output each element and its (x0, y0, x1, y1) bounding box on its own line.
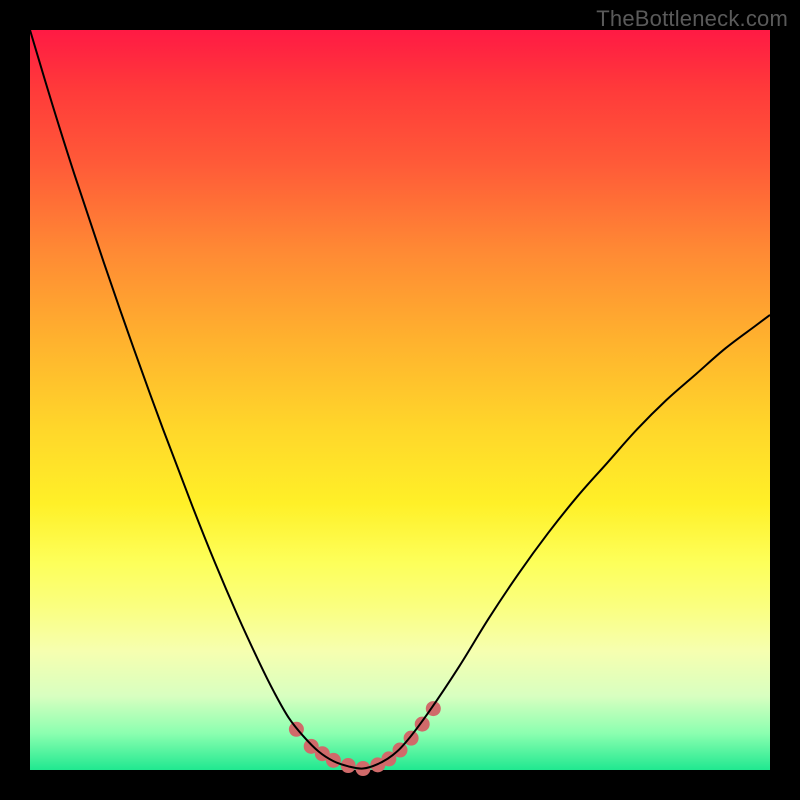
bottleneck-curve (30, 30, 770, 769)
highlight-dot (393, 743, 408, 758)
chart-svg (30, 30, 770, 770)
watermark-text: TheBottleneck.com (596, 6, 788, 32)
chart-frame: TheBottleneck.com (0, 0, 800, 800)
plot-area (30, 30, 770, 770)
highlight-dots-layer (289, 701, 441, 776)
